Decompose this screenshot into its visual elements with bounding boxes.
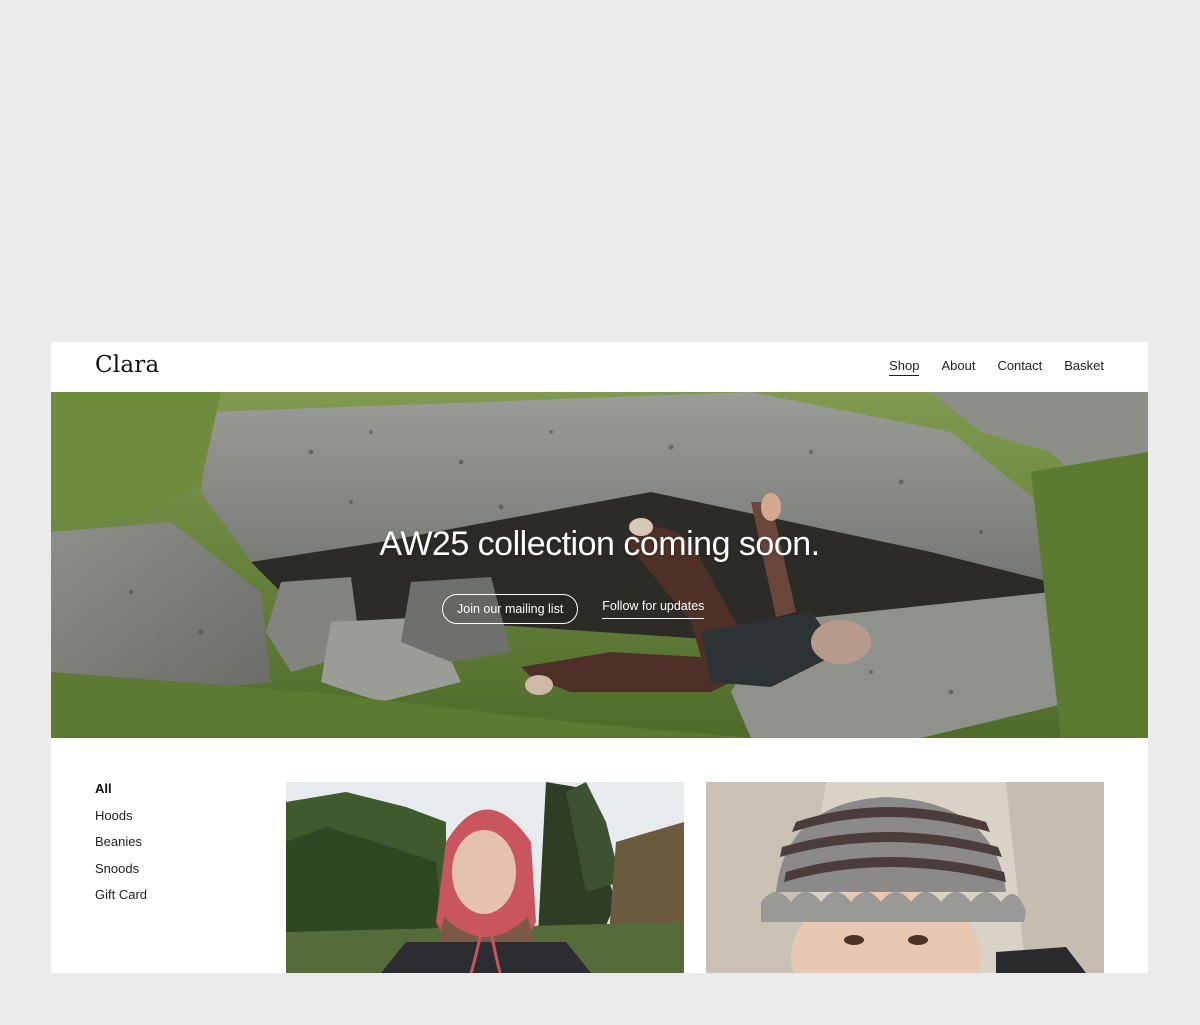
nav-about[interactable]: About: [941, 358, 975, 376]
site-header: Clara Shop About Contact Basket: [51, 342, 1148, 392]
logo[interactable]: Clara: [95, 352, 159, 378]
nav-shop[interactable]: Shop: [889, 358, 920, 376]
join-mailing-list-button[interactable]: Join our mailing list: [442, 594, 579, 624]
category-beanies[interactable]: Beanies: [95, 834, 147, 850]
hero-title: AW25 collection coming soon.: [379, 525, 820, 563]
main-nav: Shop About Contact Basket: [889, 358, 1104, 376]
nav-contact[interactable]: Contact: [997, 358, 1042, 376]
category-hoods[interactable]: Hoods: [95, 808, 147, 824]
category-all[interactable]: All: [95, 781, 147, 797]
category-gift-card[interactable]: Gift Card: [95, 887, 147, 903]
pink-knitted-hood-photo: [286, 782, 684, 973]
category-snoods[interactable]: Snoods: [95, 861, 147, 877]
hero-actions: Join our mailing list Follow for updates: [442, 594, 705, 624]
category-sidebar: All Hoods Beanies Snoods Gift Card: [95, 781, 147, 903]
product-card-bucket-hat[interactable]: [706, 782, 1104, 973]
website-window: Clara Shop About Contact Basket AW25 col…: [51, 342, 1148, 973]
hero-photo: [51, 392, 1148, 738]
striped-knitted-bucket-hat-photo: [706, 782, 1104, 973]
follow-for-updates-link[interactable]: Follow for updates: [602, 599, 705, 619]
product-card-hood[interactable]: [286, 782, 684, 973]
nav-basket[interactable]: Basket: [1064, 358, 1104, 376]
hero-banner: AW25 collection coming soon. Join our ma…: [51, 392, 1148, 738]
